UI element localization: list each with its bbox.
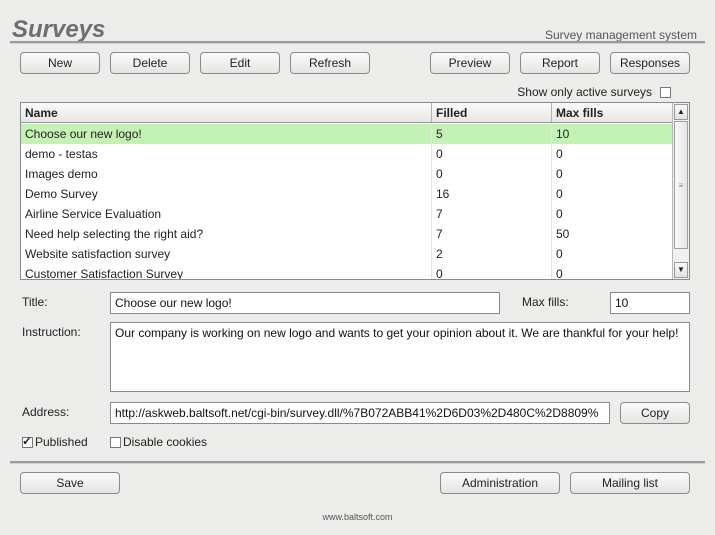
published-option[interactable]: ✓ Published	[22, 433, 88, 449]
address-input[interactable]: http://askweb.baltsoft.net/cgi-bin/surve…	[110, 402, 610, 424]
preview-button[interactable]: Preview	[430, 52, 510, 74]
table-scrollbar[interactable]: ▲ ≡ ▼	[672, 103, 689, 279]
cell-max-fills: 0	[552, 264, 673, 279]
disable-cookies-label: Disable cookies	[123, 435, 208, 449]
table-row[interactable]: demo - testas 0 0	[21, 144, 673, 164]
address-label: Address:	[22, 405, 70, 419]
cell-name: Choose our new logo!	[21, 124, 432, 144]
table-row[interactable]: Demo Survey 16 0	[21, 184, 673, 204]
page-title: Surveys	[12, 16, 106, 43]
cell-max-fills: 50	[552, 224, 673, 244]
column-header-name[interactable]: Name	[21, 103, 432, 122]
header-divider	[10, 41, 705, 44]
disable-cookies-option[interactable]: Disable cookies	[110, 435, 207, 449]
cell-name: Customer Satisfaction Survey	[21, 264, 432, 279]
column-header-max-fills[interactable]: Max fills	[552, 103, 673, 122]
cell-max-fills: 10	[552, 124, 673, 144]
table-row[interactable]: Choose our new logo! 5 10	[21, 124, 673, 144]
table-row[interactable]: Need help selecting the right aid? 7 50	[21, 224, 673, 244]
instruction-label: Instruction:	[22, 325, 81, 339]
copy-button[interactable]: Copy	[620, 402, 690, 424]
edit-button[interactable]: Edit	[200, 52, 280, 74]
footer-link[interactable]: www.baltsoft.com	[0, 512, 715, 522]
cell-name: Demo Survey	[21, 184, 432, 204]
disable-cookies-checkbox[interactable]	[110, 436, 121, 448]
cell-filled: 0	[432, 264, 552, 279]
cell-filled: 2	[432, 244, 552, 264]
cell-filled: 16	[432, 184, 552, 204]
responses-button[interactable]: Responses	[610, 52, 690, 74]
title-input[interactable]: Choose our new logo!	[110, 292, 500, 314]
scroll-up-arrow-icon[interactable]: ▲	[674, 104, 688, 120]
show-active-label: Show only active surveys	[517, 85, 652, 99]
table-body: Choose our new logo! 5 10 demo - testas 0 0 Im…	[21, 124, 673, 279]
cell-max-fills: 0	[552, 164, 673, 184]
cell-filled: 0	[432, 144, 552, 164]
scroll-thumb[interactable]: ≡	[674, 121, 688, 249]
instruction-textarea[interactable]: Our company is working on new logo and w…	[110, 322, 690, 392]
title-label: Title:	[22, 295, 48, 309]
table-row[interactable]: Airline Service Evaluation 7 0	[21, 204, 673, 224]
administration-button[interactable]: Administration	[440, 472, 560, 494]
table-row[interactable]: Customer Satisfaction Survey 0 0	[21, 264, 673, 279]
cell-filled: 5	[432, 124, 552, 144]
mailing-list-button[interactable]: Mailing list	[570, 472, 690, 494]
survey-table: Name Filled Max fills Choose our new log…	[20, 102, 690, 280]
cell-name: demo - testas	[21, 144, 432, 164]
published-checkbox[interactable]: ✓	[22, 433, 33, 448]
scroll-down-arrow-icon[interactable]: ▼	[674, 262, 688, 278]
cell-max-fills: 0	[552, 204, 673, 224]
cell-name: Images demo	[21, 164, 432, 184]
show-active-filter[interactable]: Show only active surveys	[517, 85, 671, 99]
footer-divider	[10, 461, 705, 464]
new-button[interactable]: New	[20, 52, 100, 74]
table-header: Name Filled Max fills	[21, 103, 673, 123]
cell-name: Airline Service Evaluation	[21, 204, 432, 224]
cell-filled: 7	[432, 224, 552, 244]
surveys-window: Surveys Survey management system New Del…	[0, 0, 715, 535]
show-active-checkbox[interactable]	[660, 86, 671, 98]
cell-max-fills: 0	[552, 244, 673, 264]
refresh-button[interactable]: Refresh	[290, 52, 370, 74]
cell-name: Website satisfaction survey	[21, 244, 432, 264]
column-header-filled[interactable]: Filled	[432, 103, 552, 122]
table-row[interactable]: Website satisfaction survey 2 0	[21, 244, 673, 264]
page-subtitle: Survey management system	[544, 28, 697, 42]
cell-max-fills: 0	[552, 184, 673, 204]
checkmark-icon: ✓	[22, 433, 33, 448]
save-button[interactable]: Save	[20, 472, 120, 494]
cell-max-fills: 0	[552, 144, 673, 164]
cell-filled: 0	[432, 164, 552, 184]
max-fills-input[interactable]: 10	[610, 292, 690, 314]
published-label: Published	[35, 435, 88, 449]
table-row[interactable]: Images demo 0 0	[21, 164, 673, 184]
max-fills-label: Max fills:	[522, 295, 569, 309]
cell-name: Need help selecting the right aid?	[21, 224, 432, 244]
cell-filled: 7	[432, 204, 552, 224]
delete-button[interactable]: Delete	[110, 52, 190, 74]
report-button[interactable]: Report	[520, 52, 600, 74]
